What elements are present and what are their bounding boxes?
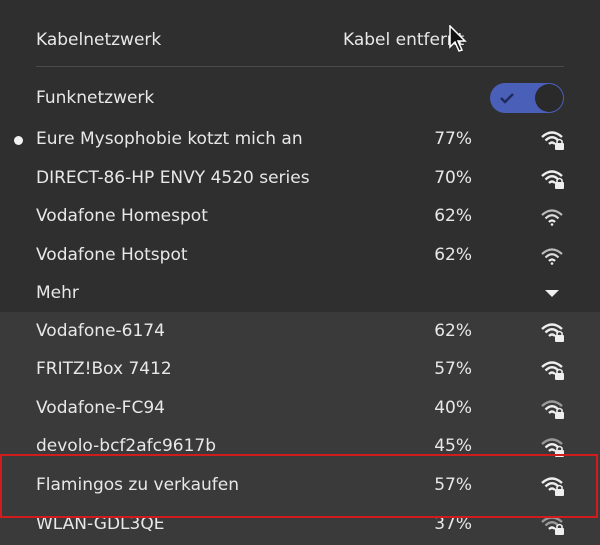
network-name: Vodafone Homespot (36, 206, 208, 226)
more-networks-expander[interactable]: Mehr (0, 274, 600, 312)
wired-network-row[interactable]: Kabelnetzwerk Kabel entfernt (0, 21, 600, 59)
more-label: Mehr (36, 283, 79, 303)
signal-strength: 62% (434, 206, 472, 226)
network-item[interactable]: FRITZ!Box 7412 57% (0, 350, 600, 388)
signal-strength: 77% (434, 129, 472, 149)
signal-strength: 45% (434, 436, 472, 456)
network-item[interactable]: Eure Mysophobie kotzt mich an 77% (0, 120, 600, 158)
network-item[interactable]: Flamingos zu verkaufen 57% (0, 466, 600, 504)
chevron-down-icon (545, 290, 559, 297)
signal-strength: 57% (434, 359, 472, 379)
network-name: Eure Mysophobie kotzt mich an (36, 129, 303, 149)
network-name: WLAN-GDL3QE (36, 514, 165, 534)
wifi-secure-icon (541, 477, 564, 496)
signal-strength: 62% (434, 321, 472, 341)
wifi-secure-icon (541, 400, 564, 419)
wifi-secure-icon (541, 438, 564, 457)
wifi-secure-icon (541, 361, 564, 380)
network-name: FRITZ!Box 7412 (36, 359, 172, 379)
network-name: Vodafone Hotspot (36, 245, 188, 265)
network-name: Vodafone-6174 (36, 321, 165, 341)
wifi-icon (541, 248, 563, 265)
network-name: Vodafone-FC94 (36, 398, 165, 418)
network-item[interactable]: Vodafone-FC94 40% (0, 389, 600, 427)
wireless-toggle[interactable] (490, 83, 564, 113)
toggle-knob (535, 84, 563, 112)
signal-strength: 40% (434, 398, 472, 418)
wifi-secure-icon (541, 323, 564, 342)
wired-network-label: Kabelnetzwerk (36, 30, 162, 50)
network-item[interactable]: DIRECT-86-HP ENVY 4520 series 70% (0, 159, 600, 197)
signal-strength: 37% (434, 514, 472, 534)
network-item[interactable]: devolo-bcf2afc9617b 45% (0, 427, 600, 465)
check-icon (500, 93, 514, 104)
wifi-secure-icon (541, 170, 564, 189)
network-item[interactable]: Vodafone-6174 62% (0, 312, 600, 350)
network-item[interactable]: Vodafone Hotspot 62% (0, 236, 600, 274)
connected-indicator (14, 136, 23, 145)
divider (36, 66, 564, 67)
wired-status: Kabel entfernt (343, 30, 465, 50)
signal-strength: 62% (434, 245, 472, 265)
mouse-cursor-icon (449, 25, 467, 52)
network-item[interactable]: WLAN-GDL3QE 37% (0, 505, 600, 543)
signal-strength: 57% (434, 475, 472, 495)
wireless-label: Funknetzwerk (36, 88, 155, 108)
network-name: DIRECT-86-HP ENVY 4520 series (36, 168, 310, 188)
wifi-icon (541, 209, 563, 226)
wifi-secure-icon (541, 516, 564, 535)
network-name: Flamingos zu verkaufen (36, 475, 239, 495)
network-item[interactable]: Vodafone Homespot 62% (0, 197, 600, 235)
network-menu: Kabelnetzwerk Kabel entfernt Funknetzwer… (0, 0, 600, 545)
network-name: devolo-bcf2afc9617b (36, 436, 217, 456)
more-networks-list: Vodafone-6174 62% FRITZ!Box 7412 57% Vod… (0, 312, 600, 545)
wifi-secure-icon (541, 131, 564, 150)
signal-strength: 70% (434, 168, 472, 188)
